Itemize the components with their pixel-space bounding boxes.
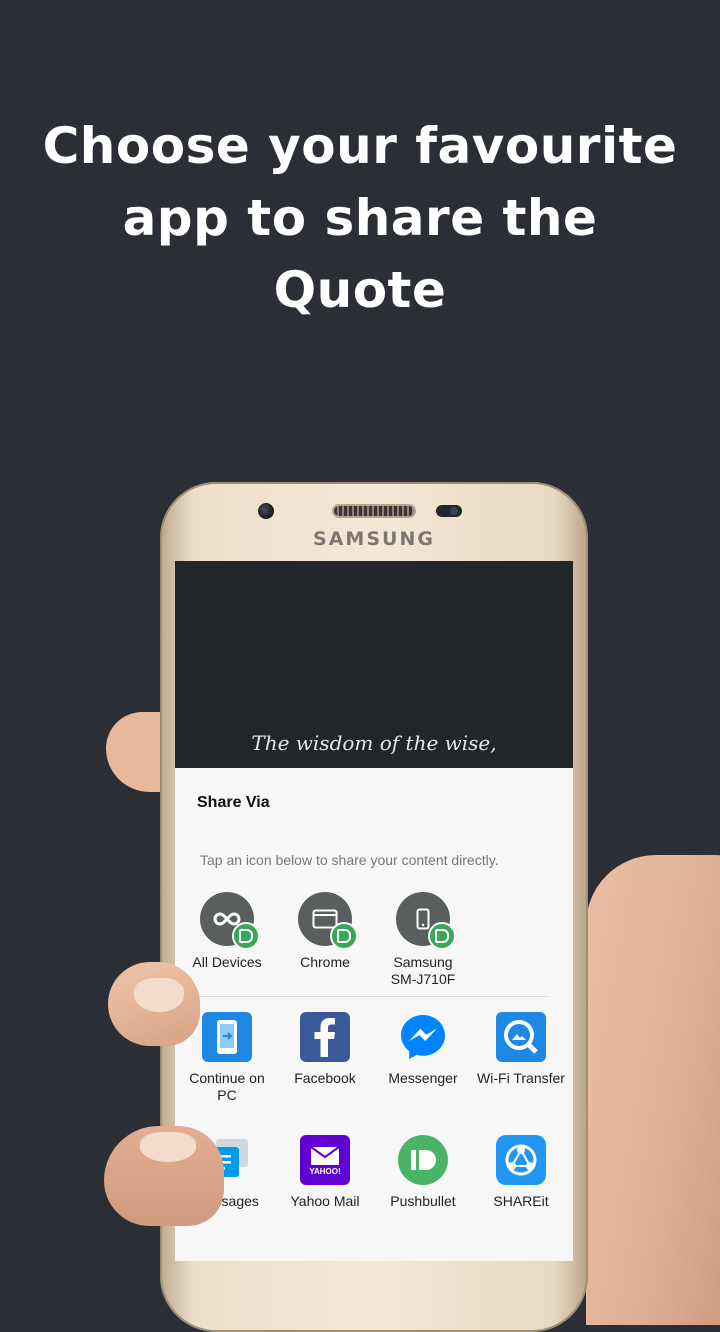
thumb-nail xyxy=(134,978,184,1012)
share-device-label: All Devices xyxy=(192,954,262,970)
share-sheet: Share Via Tap an icon below to share you… xyxy=(175,768,573,1261)
share-app-pushbullet[interactable]: Pushbullet xyxy=(374,1135,472,1210)
share-device-all-devices[interactable]: All Devices xyxy=(178,892,276,971)
facebook-icon xyxy=(300,1012,350,1062)
share-app-label: Facebook xyxy=(294,1070,356,1086)
share-app-facebook[interactable]: Facebook xyxy=(276,1012,374,1087)
phone-icon xyxy=(396,892,456,950)
hand-thumb-lower xyxy=(104,1126,224,1226)
infinity-icon xyxy=(200,892,260,950)
share-device-label: Chrome xyxy=(300,954,350,970)
device-badge-icon xyxy=(330,922,358,950)
share-device-chrome[interactable]: Chrome xyxy=(276,892,374,971)
share-app-label: Yahoo Mail xyxy=(290,1193,360,1209)
quote-preview: The wisdom of the wise, xyxy=(175,561,573,768)
share-app-yahoo-mail[interactable]: YAHOO! Yahoo Mail xyxy=(276,1135,374,1210)
quote-text: The wisdom of the wise, xyxy=(251,731,497,755)
share-app-label: Messenger xyxy=(388,1070,458,1086)
thumb-nail xyxy=(140,1132,196,1162)
headline-line-2: app to share the xyxy=(122,189,598,247)
share-device-label: Samsung SM-J710F xyxy=(390,954,456,987)
messenger-icon xyxy=(398,1012,448,1062)
hand-palm xyxy=(586,855,720,1325)
device-badge-icon xyxy=(428,922,456,950)
earpiece-speaker xyxy=(334,506,414,516)
wifi-transfer-icon xyxy=(496,1012,546,1062)
phone-brand: SAMSUNG xyxy=(313,528,435,550)
share-app-label: Pushbullet xyxy=(390,1193,456,1209)
continue-on-pc-icon xyxy=(202,1012,252,1062)
headline-line-1: Choose your favourite xyxy=(42,117,678,175)
phone-screen: The wisdom of the wise, Share Via Tap an… xyxy=(175,561,573,1261)
share-app-label: SHAREit xyxy=(493,1193,549,1209)
share-sheet-title: Share Via xyxy=(197,794,270,811)
share-app-label: Wi-Fi Transfer xyxy=(477,1070,565,1086)
proximity-sensor xyxy=(436,505,462,517)
yahoo-mail-icon: YAHOO! xyxy=(300,1135,350,1185)
pushbullet-icon xyxy=(398,1135,448,1185)
share-sheet-hint: Tap an icon below to share your content … xyxy=(200,852,499,868)
share-device-samsung[interactable]: Samsung SM-J710F xyxy=(374,892,472,988)
headline-line-3: Quote xyxy=(273,261,447,319)
share-app-messenger[interactable]: Messenger xyxy=(374,1012,472,1087)
svg-text:YAHOO!: YAHOO! xyxy=(309,1167,340,1176)
share-app-shareit[interactable]: SHAREit xyxy=(472,1135,570,1210)
share-app-label: Continue on PC xyxy=(189,1070,265,1103)
browser-window-icon xyxy=(298,892,358,950)
front-camera xyxy=(258,503,274,519)
shareit-icon xyxy=(496,1135,546,1185)
headline: Choose your favourite app to share the Q… xyxy=(0,110,720,326)
share-sheet-divider xyxy=(187,996,549,997)
share-app-wifi-transfer[interactable]: Wi-Fi Transfer xyxy=(472,1012,570,1087)
device-badge-icon xyxy=(232,922,260,950)
hand-thumb-middle xyxy=(108,962,200,1046)
